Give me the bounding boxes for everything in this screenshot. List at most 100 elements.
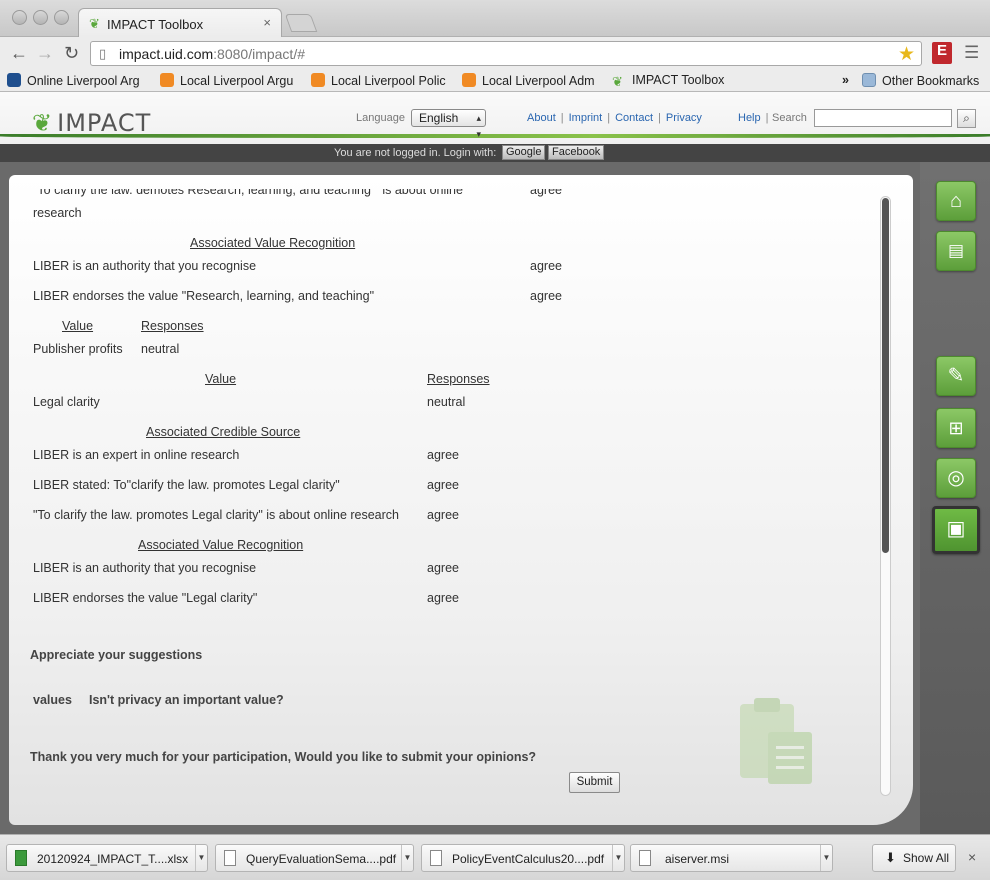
bookmark-item[interactable]: ❦ IMPACT Toolbox (612, 73, 724, 89)
window-close-button[interactable] (12, 10, 27, 25)
response-value: agree (530, 189, 562, 197)
chevron-down-icon[interactable]: ▼ (195, 845, 207, 871)
section-heading: Associated Value Recognition (138, 538, 304, 552)
tab-close-icon[interactable]: × (263, 15, 271, 30)
response-value: agree (530, 289, 562, 303)
help-links: Help | (738, 112, 769, 124)
facebook-login-button[interactable]: Facebook (548, 145, 605, 160)
forward-arrow-icon[interactable]: → (36, 43, 54, 64)
search-input[interactable] (814, 109, 952, 127)
browser-nav-bar: ← → ↻ ▯ impact.uid.com:8080/impact/# ★ E… (0, 37, 990, 70)
privacy-link[interactable]: Privacy (666, 112, 702, 124)
download-item[interactable]: PolicyEventCalculus20....pdf ▼ (421, 844, 625, 872)
statement-text: LIBER is an expert in online research (33, 448, 240, 462)
chevron-down-icon[interactable]: ▼ (401, 845, 413, 871)
google-login-button[interactable]: Google (502, 145, 546, 160)
clipboard-icon[interactable]: ▣ (932, 506, 980, 554)
download-item[interactable]: aiserver.msi ▼ (630, 844, 833, 872)
about-link[interactable]: About (527, 112, 556, 124)
bookmark-item[interactable]: Local Liverpool Argu (160, 73, 293, 88)
msi-file-icon (639, 850, 651, 866)
language-select[interactable]: English ▴ ▾ (411, 109, 486, 139)
download-filename: QueryEvaluationSema....pdf (246, 852, 397, 866)
response-value: agree (530, 259, 562, 273)
tab-title: IMPACT Toolbox (107, 17, 204, 32)
statement-text: LIBER stated: To"clarify the law. promot… (33, 478, 340, 492)
select-arrows-icon: ▴ ▾ (476, 113, 481, 139)
download-filename: aiserver.msi (665, 852, 730, 866)
show-all-downloads-button[interactable]: ⬇ Show All (872, 844, 956, 872)
download-arrow-icon: ⬇ (885, 850, 896, 865)
argument-text-partial: "To clarify the law. demotes Research, l… (33, 189, 463, 197)
contact-link[interactable]: Contact (615, 112, 653, 124)
new-tab-button[interactable] (284, 14, 318, 32)
home-icon[interactable]: ⌂ (936, 181, 976, 221)
url-text: impact.uid.com:8080/impact/# (119, 46, 305, 62)
pdf-file-icon (430, 850, 442, 866)
column-header-responses: Responses (427, 372, 490, 386)
response-value: agree (427, 508, 459, 522)
statement-text: "To clarify the law. promotes Legal clar… (33, 508, 399, 522)
structure-icon[interactable]: ⊞ (936, 408, 976, 448)
wrench-menu-icon[interactable]: ☰ (964, 43, 979, 63)
download-filename: 20120924_IMPACT_T....xlsx (37, 852, 189, 866)
folder-icon (862, 73, 876, 87)
comment-icon[interactable]: ▤ (936, 231, 976, 271)
xampp-icon (160, 73, 174, 87)
other-bookmarks-folder[interactable]: Other Bookmarks (862, 73, 979, 88)
content-scrollbar[interactable] (880, 196, 891, 796)
download-filename: PolicyEventCalculus20....pdf (452, 852, 605, 866)
impact-leaf-icon: ❦ (89, 16, 100, 31)
impact-leaf-icon: ❦ (612, 74, 623, 89)
impact-logo[interactable]: ❦ IMPACT (32, 109, 151, 137)
bookmark-item[interactable]: Online Liverpool Arg (7, 73, 140, 88)
chevron-down-icon[interactable]: ▼ (820, 845, 832, 871)
search-icon[interactable]: ⌕ (957, 109, 976, 128)
section-heading: Associated Value Recognition (190, 236, 356, 250)
argument-text-cont: research (33, 206, 82, 220)
bookmark-item[interactable]: Local Liverpool Adm (462, 73, 595, 88)
bookmark-star-icon[interactable]: ★ (898, 43, 915, 66)
download-item[interactable]: QueryEvaluationSema....pdf ▼ (215, 844, 414, 872)
statement-text: LIBER is an authority that you recognise (33, 561, 257, 575)
suggestion-text: Isn't privacy an important value? (89, 693, 284, 707)
pen-icon[interactable]: ✎ (936, 356, 976, 396)
response-value: agree (427, 478, 459, 492)
close-icon[interactable]: × (968, 849, 976, 865)
bookmark-item[interactable]: Local Liverpool Polic (311, 73, 446, 88)
login-status-text: You are not logged in. Login with: (334, 147, 497, 159)
column-header-responses: Responses (141, 319, 204, 333)
target-icon[interactable]: ◎ (936, 458, 976, 498)
window-zoom-button[interactable] (54, 10, 69, 25)
statement-text: LIBER endorses the value "Research, lear… (33, 289, 375, 303)
clipboard-watermark-icon (740, 698, 812, 784)
column-header-value: Value (62, 319, 94, 333)
suggestion-label: values (33, 693, 72, 707)
submit-button[interactable]: Submit (569, 772, 620, 793)
chevron-down-icon[interactable]: ▼ (612, 845, 624, 871)
browser-tab[interactable]: ❦ IMPACT Toolbox × (78, 8, 282, 37)
statement-text: LIBER is an authority that you recognise (33, 259, 257, 273)
back-arrow-icon[interactable]: ← (10, 43, 28, 64)
bookmarks-overflow-button[interactable]: » (842, 73, 849, 87)
imprint-link[interactable]: Imprint (569, 112, 603, 124)
response-value: agree (427, 448, 459, 462)
download-item[interactable]: 20120924_IMPACT_T....xlsx ▼ (6, 844, 208, 872)
browser-tab-bar: ❦ IMPACT Toolbox × (0, 0, 990, 37)
top-links: About | Imprint | Contact | Privacy (527, 112, 702, 124)
help-link[interactable]: Help (738, 112, 761, 124)
reload-icon[interactable]: ↻ (64, 43, 79, 64)
impact-leaf-icon: ❦ (32, 109, 54, 137)
scrollbar-thumb[interactable] (882, 198, 889, 553)
address-bar[interactable]: ▯ impact.uid.com:8080/impact/# ★ (90, 41, 922, 66)
response-value: neutral (141, 342, 180, 356)
window-minimize-button[interactable] (33, 10, 48, 25)
response-value: agree (427, 561, 459, 575)
extension-icon[interactable]: E (932, 42, 952, 64)
thanks-text: Thank you very much for your participati… (30, 750, 537, 764)
value-name: Legal clarity (33, 395, 100, 409)
xampp-icon (462, 73, 476, 87)
suggestions-heading: Appreciate your suggestions (30, 648, 203, 662)
statement-text: LIBER endorses the value "Legal clarity" (33, 591, 258, 605)
pdf-file-icon (224, 850, 236, 866)
